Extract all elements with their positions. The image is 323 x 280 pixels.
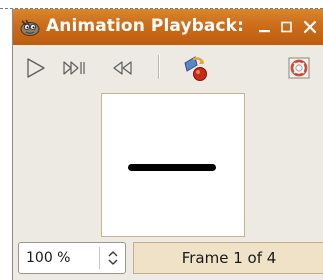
animation-playback-window: Animation Playback: 100 % Frame 1 of 4: [12, 9, 323, 280]
zoom-divider: [99, 247, 100, 269]
step-forward-button[interactable]: [58, 52, 92, 84]
maximize-icon: [281, 21, 292, 33]
close-button[interactable]: [300, 17, 320, 37]
rewind-icon: [113, 61, 132, 75]
detach-icon: [184, 56, 207, 81]
gimp-wilber-icon: [18, 17, 40, 37]
detach-button[interactable]: [178, 52, 214, 84]
zoom-value: 100 %: [26, 250, 71, 266]
title-bar[interactable]: Animation Playback:: [13, 9, 323, 45]
rewind-button[interactable]: [106, 52, 138, 84]
step-forward-icon: [63, 61, 85, 75]
toolbar-separator: [158, 55, 160, 79]
playback-toolbar: [13, 45, 323, 91]
frame-counter-label: Frame 1 of 4: [133, 242, 323, 274]
play-button[interactable]: [21, 52, 51, 84]
frame-content-bar: [128, 164, 216, 171]
up-down-arrows-icon: [108, 251, 118, 265]
status-bar: 100 % Frame 1 of 4: [13, 238, 323, 280]
maximize-button[interactable]: [277, 17, 297, 37]
outer-background: [0, 0, 323, 9]
help-button[interactable]: [284, 52, 314, 84]
lifebuoy-help-icon: [288, 57, 310, 79]
zoom-spin-button[interactable]: [101, 245, 125, 271]
zoom-combo[interactable]: 100 %: [18, 242, 126, 274]
close-icon: [303, 20, 317, 34]
minimize-icon: [259, 30, 270, 33]
animation-preview-canvas: [101, 93, 245, 237]
play-icon: [27, 58, 45, 78]
window-title: Animation Playback:: [46, 16, 244, 36]
minimize-button[interactable]: [255, 17, 275, 37]
